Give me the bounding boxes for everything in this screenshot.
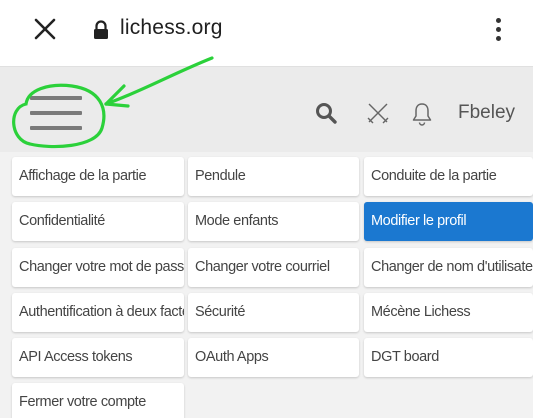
menu-item-clock[interactable]: Pendule [188,157,359,196]
menu-item-game-behavior[interactable]: Conduite de la partie [364,157,533,196]
lock-icon [94,20,108,39]
close-button[interactable] [30,14,60,44]
hamburger-menu-icon[interactable] [30,96,82,130]
account-menu: Affichage de la partie Pendule Conduite … [0,152,533,418]
menu-item-change-password[interactable]: Changer votre mot de passe [12,248,184,287]
menu-item-edit-profile[interactable]: Modifier le profil [364,202,533,241]
menu-item-api-tokens[interactable]: API Access tokens [12,338,184,377]
menu-item-patron[interactable]: Mécène Lichess [364,293,533,332]
username-link[interactable]: Fbeley [458,102,515,124]
menu-item-change-email[interactable]: Changer votre courriel [188,248,359,287]
kebab-menu-icon [495,17,501,23]
menu-item-two-factor[interactable]: Authentification à deux facteurs [12,293,184,332]
browser-menu-button[interactable] [486,12,510,46]
browser-toolbar: lichess.org [0,0,533,66]
close-icon [34,18,56,40]
menu-item-oauth-apps[interactable]: OAuth Apps [188,338,359,377]
menu-item-security[interactable]: Sécurité [188,293,359,332]
site-header: Fbeley [0,66,533,152]
menu-item-kid-mode[interactable]: Mode enfants [188,202,359,241]
swords-icon[interactable] [366,101,390,125]
menu-item-change-username[interactable]: Changer de nom d'utilisateur [364,248,533,287]
search-icon[interactable] [314,101,338,125]
menu-item-privacy[interactable]: Confidentialité [12,202,184,241]
bell-icon[interactable] [410,101,434,127]
menu-item-close-account[interactable]: Fermer votre compte [12,383,184,418]
menu-item-game-display[interactable]: Affichage de la partie [12,157,184,196]
address-bar-url[interactable]: lichess.org [120,16,223,40]
menu-item-dgt-board[interactable]: DGT board [364,338,533,377]
